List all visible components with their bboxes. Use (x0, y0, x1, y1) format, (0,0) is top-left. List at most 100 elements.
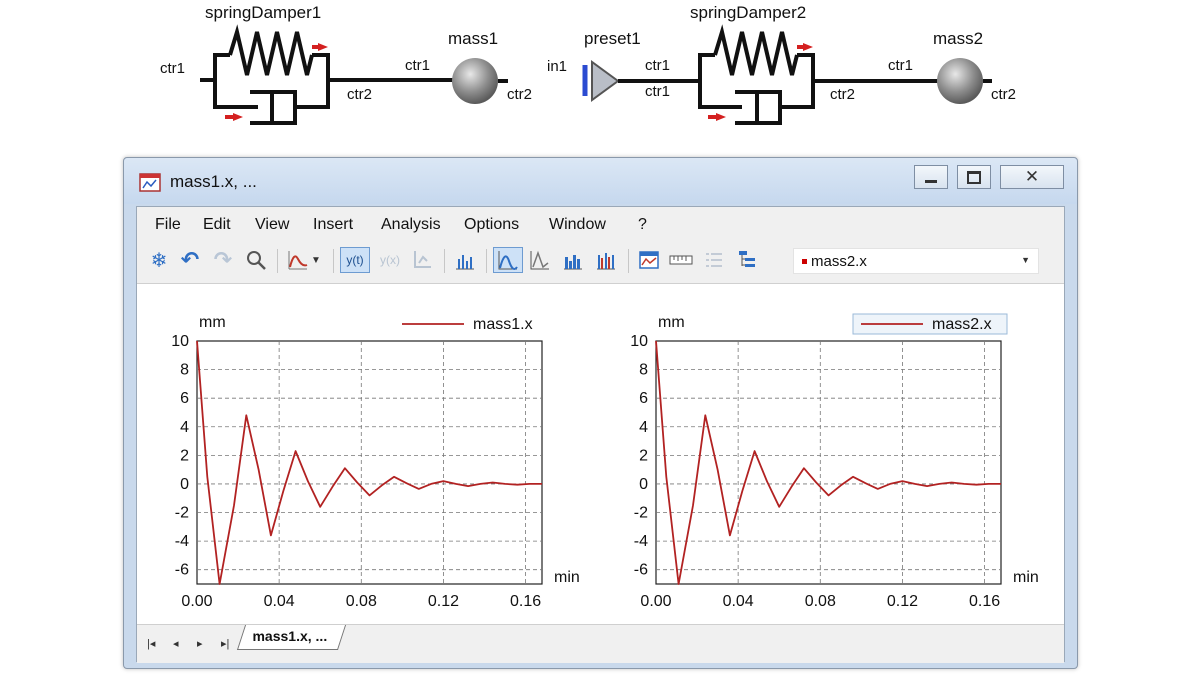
toolbar-separator (444, 249, 445, 273)
port-label: ctr1 (645, 83, 671, 100)
charts-canvas[interactable]: 0.00 0.04 0.08 0.12 0.16 10 8 6 4 2 0 -2 -4 -6 mm min ma… (137, 284, 1064, 624)
port-label: ctr1 (160, 60, 186, 77)
last-sheet-button[interactable]: ▸| (221, 637, 229, 650)
port-label: ctr2 (347, 86, 373, 103)
first-sheet-button[interactable]: |◂ (147, 637, 155, 650)
bar-chart-button[interactable] (452, 247, 478, 273)
y-tick-label: 8 (180, 362, 189, 379)
menu-analysis[interactable]: Analysis (381, 216, 441, 234)
port-label: ctr1 (405, 57, 431, 74)
chart-1: 0.00 0.04 0.08 0.12 0.16 10 8 6 4 2 0 -2 -4 -6 mm min ma… (171, 314, 580, 610)
freeze-button[interactable]: ❄ (146, 247, 172, 273)
next-sheet-button[interactable]: ▸ (197, 637, 203, 650)
window-titlebar[interactable]: mass1.x, ... ✕ (124, 158, 1077, 204)
menu-options[interactable]: Options (464, 216, 519, 234)
multi-bar-button[interactable] (593, 247, 619, 273)
peak-button[interactable] (527, 247, 553, 273)
ruler-icon (669, 255, 693, 265)
spring-damper-1-symbol[interactable] (200, 24, 456, 125)
x-axis-unit-label: min (1013, 569, 1039, 586)
port-label: ctr1 (888, 57, 914, 74)
redo-button[interactable]: ↷ (210, 247, 236, 273)
block-label-spring-damper-2: springDamper2 (690, 3, 807, 22)
zoom-icon (247, 251, 266, 270)
x-tick-label: 0.00 (640, 593, 671, 610)
plot-frame (655, 340, 1002, 585)
mass-2-symbol[interactable] (937, 58, 983, 104)
y-tick-label: 6 (639, 390, 648, 407)
x-axis-unit-label: min (554, 569, 580, 586)
ruler-button[interactable] (668, 247, 694, 273)
plot-app-icon (139, 173, 161, 192)
mass-1-symbol[interactable] (452, 58, 498, 104)
y-tick-label: -2 (634, 505, 648, 522)
y-tick-label: 2 (180, 447, 189, 464)
x-tick-label: 0.08 (805, 593, 836, 610)
y-of-t-button[interactable]: y(t) (340, 247, 370, 273)
close-button[interactable]: ✕ (1000, 165, 1064, 189)
menu-help[interactable]: ? (638, 216, 647, 234)
menu-edit[interactable]: Edit (203, 216, 231, 234)
y-axis-unit-label: mm (199, 314, 226, 331)
chart-window-button[interactable] (636, 247, 662, 273)
toolbar-separator (628, 249, 629, 273)
sheet-tab-label: mass1.x, ... (252, 628, 328, 644)
minimize-button[interactable] (914, 165, 948, 189)
y-tick-label: -6 (175, 562, 189, 579)
port-label: ctr1 (645, 57, 671, 74)
snowflake-icon: ❄ (150, 249, 168, 272)
previous-sheet-button[interactable]: ◂ (173, 637, 179, 650)
axis-icon (414, 251, 431, 268)
preset-1-symbol[interactable] (582, 60, 690, 102)
window-client-area: File Edit View Insert Analysis Options W… (136, 206, 1065, 663)
sheet-tab-active[interactable]: mass1.x, ... (236, 625, 346, 650)
undo-icon: ↶ (180, 247, 200, 272)
chart-2: 0.00 0.04 0.08 0.12 0.16 10 8 6 4 2 0 -2 -4 -6 mm min ma… (630, 313, 1039, 610)
tree-button[interactable] (734, 247, 760, 273)
line-chart-button[interactable] (493, 247, 523, 273)
port-label: ctr2 (830, 86, 856, 103)
legend-label: mass2.x (932, 316, 992, 333)
y-tick-label: -4 (634, 533, 648, 550)
menu-window[interactable]: Window (549, 216, 606, 234)
arrow-marker-icon (233, 113, 243, 121)
tree-icon (739, 251, 755, 267)
y-tick-label: 0 (639, 476, 648, 493)
x-tick-label: 0.00 (181, 593, 212, 610)
sheet-tab-strip: |◂ ◂ ▸ ▸| mass1.x, ... (137, 624, 1064, 663)
toolbar-separator (277, 249, 278, 273)
restore-button[interactable] (957, 165, 991, 189)
curve-style-button[interactable] (285, 247, 311, 273)
histogram-icon (564, 255, 582, 270)
plot-window: mass1.x, ... ✕ File Edit View Insert Ana… (123, 157, 1078, 669)
menu-insert[interactable]: Insert (313, 216, 353, 234)
legend-label: mass1.x (473, 316, 533, 333)
zoom-button[interactable] (243, 247, 269, 273)
plot-area: 0.00 0.04 0.08 0.12 0.16 10 8 6 4 2 0 -2 -4 -6 mm min ma… (137, 283, 1064, 624)
signal-select[interactable]: mass2.x ▼ (793, 248, 1039, 274)
spring-damper-2-symbol[interactable] (690, 24, 940, 125)
y-tick-label: 10 (630, 333, 648, 350)
y-tick-label: 2 (639, 447, 648, 464)
y-of-x-button[interactable]: y(x) (375, 247, 405, 273)
menu-view[interactable]: View (255, 216, 289, 234)
x-tick-label: 0.12 (887, 593, 918, 610)
menu-file[interactable]: File (155, 216, 181, 234)
y-of-t-icon: y(t) (346, 253, 364, 267)
close-icon: ✕ (1024, 167, 1040, 186)
block-label-mass-1: mass1 (448, 29, 499, 48)
undo-button[interactable]: ↶ (177, 247, 203, 273)
signal-color-swatch (802, 259, 807, 264)
curve-style-icon (288, 251, 308, 270)
list-button[interactable] (701, 247, 727, 273)
y-tick-label: 4 (639, 419, 648, 436)
axis-button[interactable] (409, 247, 435, 273)
y-of-x-icon: y(x) (380, 253, 400, 267)
bar-chart-icon (456, 255, 474, 270)
toolbar-separator (486, 249, 487, 273)
histogram-button[interactable] (560, 247, 586, 273)
curve-style-dropdown[interactable]: ▼ (309, 247, 323, 273)
arrow-marker-icon (716, 113, 726, 121)
port-label: in1 (547, 58, 568, 75)
plot-frame (196, 340, 543, 585)
